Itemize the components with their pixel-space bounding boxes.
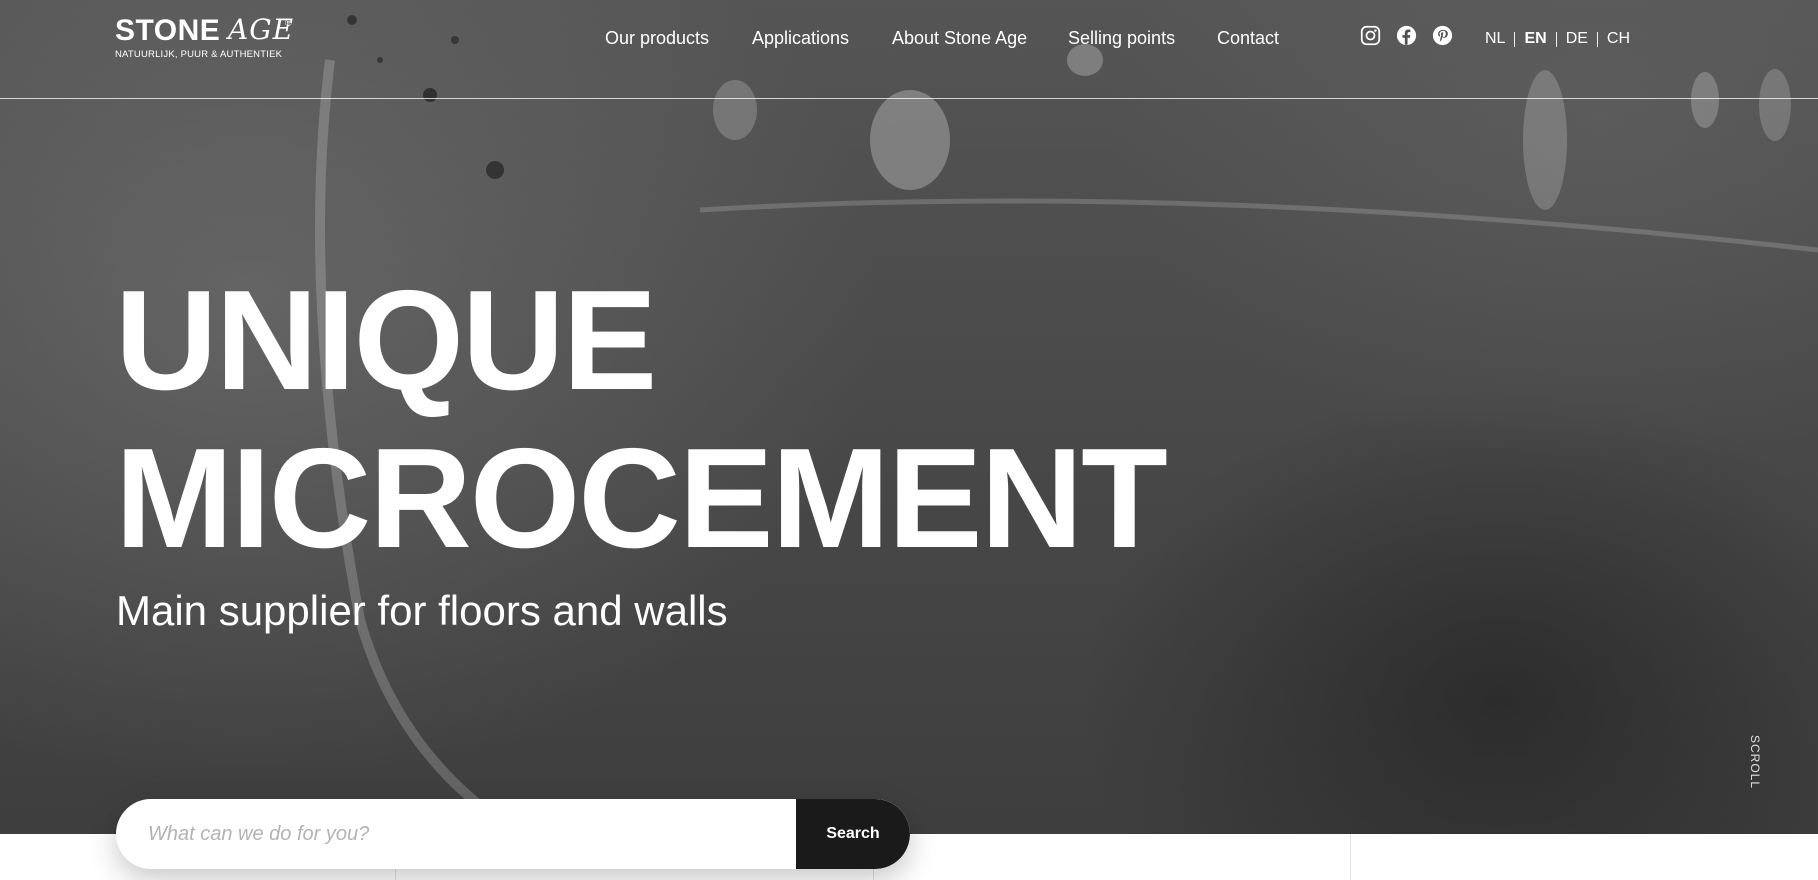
hero-subtitle: Main supplier for floors and walls	[116, 587, 728, 634]
facebook-icon[interactable]	[1396, 25, 1417, 46]
lang-en[interactable]: EN	[1515, 30, 1555, 48]
instagram-icon[interactable]	[1360, 25, 1381, 46]
logo-tagline: NATUURLIJK, PUUR & AUTHENTIEK	[115, 49, 283, 60]
language-switcher: NL EN DE CH	[1485, 29, 1639, 49]
search-bar: Search	[116, 799, 910, 869]
column-divider	[1350, 834, 1351, 880]
logo-registered-mark: ®	[285, 18, 292, 28]
site-header: STONE AGE ® NATUURLIJK, PUUR & AUTHENTIE…	[0, 0, 1818, 99]
nav-item-contact[interactable]: Contact	[1217, 27, 1279, 49]
search-input[interactable]	[116, 799, 796, 869]
headline-line-2: MICROCEMENT	[115, 419, 1168, 578]
headline-line-1: UNIQUE	[115, 261, 657, 420]
logo-wordmark: STONE	[115, 14, 221, 47]
scroll-indicator[interactable]: SCROLL	[1748, 735, 1762, 789]
lang-divider	[1596, 31, 1598, 47]
hero-headline: UNIQUE MICROCEMENT	[115, 262, 1315, 578]
lang-nl[interactable]: NL	[1485, 30, 1514, 48]
nav-item-about-stone-age[interactable]: About Stone Age	[892, 27, 1027, 49]
nav-item-selling-points[interactable]: Selling points	[1068, 27, 1175, 49]
lang-de[interactable]: DE	[1557, 30, 1597, 48]
lang-divider	[1555, 31, 1557, 47]
lang-divider	[1514, 31, 1516, 47]
search-button[interactable]: Search	[796, 799, 910, 869]
stone-age-logo[interactable]: STONE AGE ® NATUURLIJK, PUUR & AUTHENTIE…	[115, 13, 315, 64]
nav-item-our-products[interactable]: Our products	[605, 27, 709, 49]
lang-ch[interactable]: CH	[1598, 30, 1639, 48]
nav-item-applications[interactable]: Applications	[752, 27, 849, 49]
pinterest-icon[interactable]	[1432, 25, 1453, 46]
